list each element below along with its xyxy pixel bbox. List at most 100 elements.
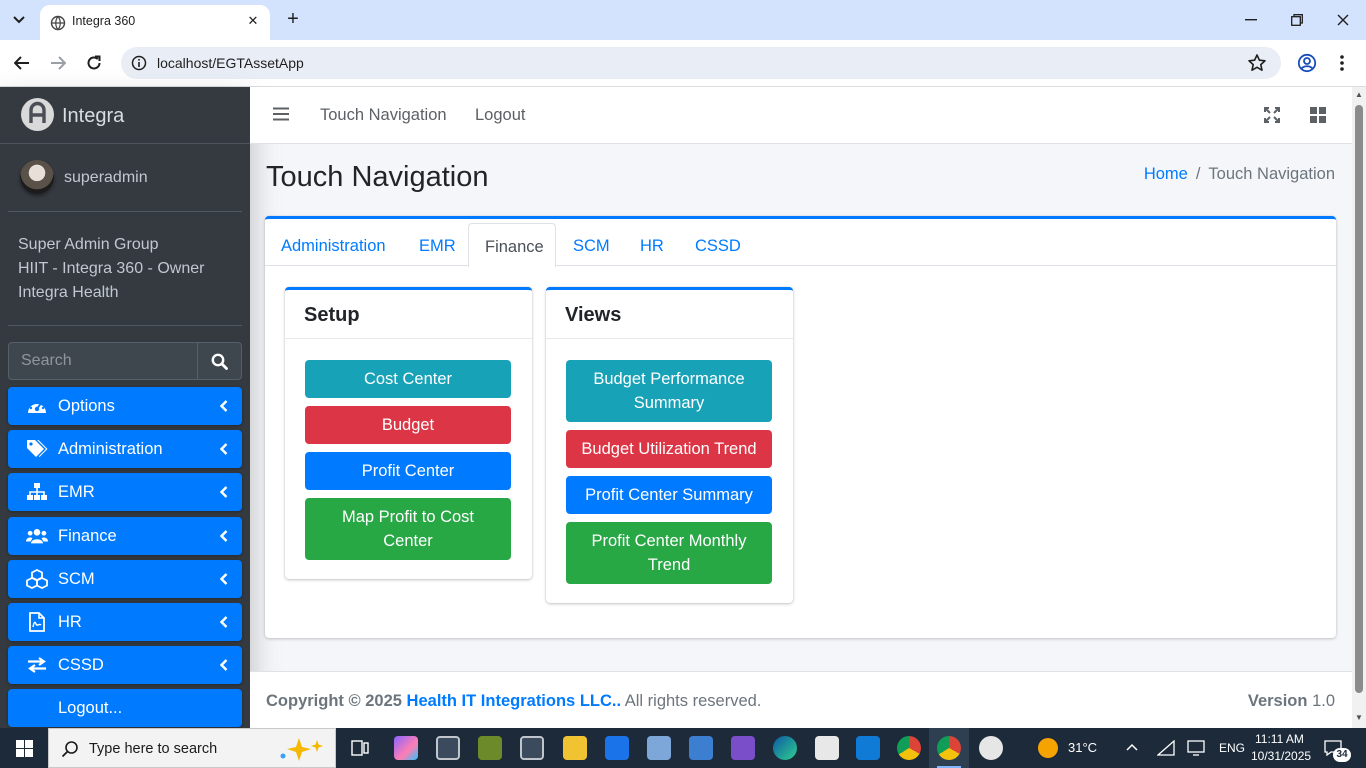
tab-title: Integra 360 bbox=[72, 14, 136, 28]
vscode-icon[interactable] bbox=[856, 736, 880, 760]
windows-start-icon[interactable] bbox=[16, 740, 33, 757]
breadcrumb-home-link[interactable]: Home bbox=[1144, 165, 1188, 183]
cost-center-button[interactable]: Cost Center bbox=[305, 360, 511, 398]
nav-link-touch-navigation[interactable]: Touch Navigation bbox=[320, 106, 447, 125]
new-tab-icon[interactable]: + bbox=[282, 8, 304, 30]
language-indicator[interactable]: ENG bbox=[1219, 741, 1245, 755]
sidebar-item-label: Finance bbox=[58, 527, 117, 545]
browser-tab[interactable]: Integra 360 ✕ bbox=[40, 5, 270, 40]
tools-app-icon[interactable] bbox=[436, 736, 460, 760]
exchange-icon bbox=[26, 655, 48, 675]
scroll-down-icon[interactable]: ▼ bbox=[1355, 714, 1363, 722]
setup-card-header: Setup bbox=[285, 290, 532, 339]
back-icon[interactable] bbox=[10, 51, 34, 75]
nav-link-logout[interactable]: Logout bbox=[475, 106, 525, 125]
tab-administration[interactable]: Administration bbox=[281, 237, 386, 256]
grid-layout-icon[interactable] bbox=[1310, 107, 1326, 123]
rights-text: All rights reserved. bbox=[624, 692, 762, 710]
avatar[interactable] bbox=[20, 160, 54, 194]
close-window-icon[interactable] bbox=[1329, 8, 1357, 32]
site-info-icon[interactable] bbox=[131, 55, 147, 71]
tab-cssd[interactable]: CSSD bbox=[695, 237, 741, 256]
bookmark-star-icon[interactable] bbox=[1247, 53, 1267, 73]
forward-icon[interactable] bbox=[46, 51, 70, 75]
chrome-active-icon[interactable] bbox=[937, 736, 961, 760]
profit-center-monthly-trend-button[interactable]: Profit Center Monthly Trend bbox=[566, 522, 772, 584]
weather-sun-icon[interactable] bbox=[1038, 738, 1058, 758]
outlook-icon[interactable] bbox=[605, 736, 629, 760]
sidebar-item-finance[interactable]: Finance bbox=[8, 517, 242, 555]
budget-button[interactable]: Budget bbox=[305, 406, 511, 444]
tab-scm[interactable]: SCM bbox=[573, 237, 610, 256]
app-icon[interactable] bbox=[647, 736, 671, 760]
sidebar-item-cssd[interactable]: CSSD bbox=[8, 646, 242, 684]
chrome-icon[interactable] bbox=[897, 736, 921, 760]
tab-hr[interactable]: HR bbox=[640, 237, 664, 256]
sidebar-item-emr[interactable]: EMR bbox=[8, 473, 242, 511]
globe-icon bbox=[50, 15, 66, 31]
display-icon[interactable] bbox=[1187, 740, 1205, 756]
sidebar-item-label: CSSD bbox=[58, 656, 104, 674]
user-name-link[interactable]: superadmin bbox=[64, 169, 148, 187]
sidebar-item-scm[interactable]: SCM bbox=[8, 560, 242, 598]
tab-close-icon[interactable]: ✕ bbox=[244, 12, 262, 30]
tools-app-icon-2[interactable] bbox=[478, 736, 502, 760]
tab-search-chevron-icon[interactable] bbox=[7, 8, 31, 32]
dashboard-icon bbox=[26, 396, 48, 416]
clock-date[interactable]: 10/31/2025 bbox=[1251, 749, 1311, 763]
brand-text: Integra bbox=[62, 105, 125, 127]
minimize-icon[interactable] bbox=[1237, 8, 1265, 32]
fullscreen-icon[interactable] bbox=[1264, 107, 1280, 123]
url-text[interactable]: localhost/EGTAssetApp bbox=[157, 55, 304, 71]
sidebar-item-administration[interactable]: Administration bbox=[8, 430, 242, 468]
module-tabs: Administration EMR Finance SCM HR CSSD bbox=[265, 219, 1336, 267]
weather-temperature[interactable]: 31°C bbox=[1068, 740, 1097, 755]
chevron-left-icon bbox=[220, 616, 228, 628]
sidebar-item-logout[interactable]: Logout... bbox=[8, 689, 242, 727]
tab-finance[interactable]: Finance bbox=[468, 223, 556, 267]
chevron-left-icon bbox=[220, 443, 228, 455]
users-icon bbox=[26, 526, 48, 546]
scroll-thumb[interactable] bbox=[1355, 105, 1363, 693]
reload-icon[interactable] bbox=[82, 51, 106, 75]
clock-time[interactable]: 11:11 AM bbox=[1255, 732, 1304, 746]
edge-icon[interactable] bbox=[773, 736, 797, 760]
chevron-up-icon[interactable] bbox=[1126, 743, 1138, 751]
taskbar-search-box[interactable]: Type here to search bbox=[48, 728, 336, 768]
browser-menu-icon[interactable] bbox=[1330, 51, 1354, 75]
tab-emr[interactable]: EMR bbox=[419, 237, 456, 256]
profile-icon[interactable] bbox=[1295, 51, 1319, 75]
visual-studio-icon[interactable] bbox=[731, 736, 755, 760]
page-scrollbar[interactable]: ▲ ▼ bbox=[1352, 87, 1366, 728]
search-icon bbox=[211, 353, 228, 370]
profit-center-summary-button[interactable]: Profit Center Summary bbox=[566, 476, 772, 514]
url-omnibox[interactable]: localhost/EGTAssetApp bbox=[121, 47, 1281, 79]
company-link[interactable]: Health IT Integrations LLC.. bbox=[407, 692, 622, 710]
brand-link[interactable]: Integra bbox=[0, 87, 250, 144]
sidebar-item-label: Logout... bbox=[58, 699, 123, 717]
paint-icon[interactable] bbox=[979, 736, 1003, 760]
network-icon[interactable] bbox=[1157, 740, 1175, 756]
sidebar-search-input[interactable] bbox=[8, 342, 197, 380]
copilot-sparkle-icon[interactable] bbox=[277, 736, 327, 762]
map-profit-to-cost-center-button[interactable]: Map Profit to Cost Center bbox=[305, 498, 511, 560]
task-view-icon[interactable] bbox=[351, 740, 369, 756]
file-explorer-icon[interactable] bbox=[563, 736, 587, 760]
budget-performance-summary-button[interactable]: Budget Performance Summary bbox=[566, 360, 772, 422]
app-icon-3[interactable] bbox=[815, 736, 839, 760]
sidebar-item-hr[interactable]: HR bbox=[8, 603, 242, 641]
budget-utilization-trend-button[interactable]: Budget Utilization Trend bbox=[566, 430, 772, 468]
file-icon bbox=[26, 612, 48, 632]
app-icon-2[interactable] bbox=[689, 736, 713, 760]
user-panel: superadmin bbox=[8, 144, 242, 212]
hamburger-menu-icon[interactable] bbox=[273, 106, 289, 122]
sidebar-search-button[interactable] bbox=[197, 342, 242, 380]
copilot-app-icon[interactable] bbox=[394, 736, 418, 760]
restore-icon[interactable] bbox=[1283, 8, 1311, 32]
sidebar-item-options[interactable]: Options bbox=[8, 387, 242, 425]
breadcrumb-separator: / bbox=[1195, 165, 1201, 183]
scroll-up-icon[interactable]: ▲ bbox=[1355, 91, 1363, 99]
search-icon bbox=[61, 741, 78, 758]
profit-center-button[interactable]: Profit Center bbox=[305, 452, 511, 490]
tools-app-icon-3[interactable] bbox=[520, 736, 544, 760]
